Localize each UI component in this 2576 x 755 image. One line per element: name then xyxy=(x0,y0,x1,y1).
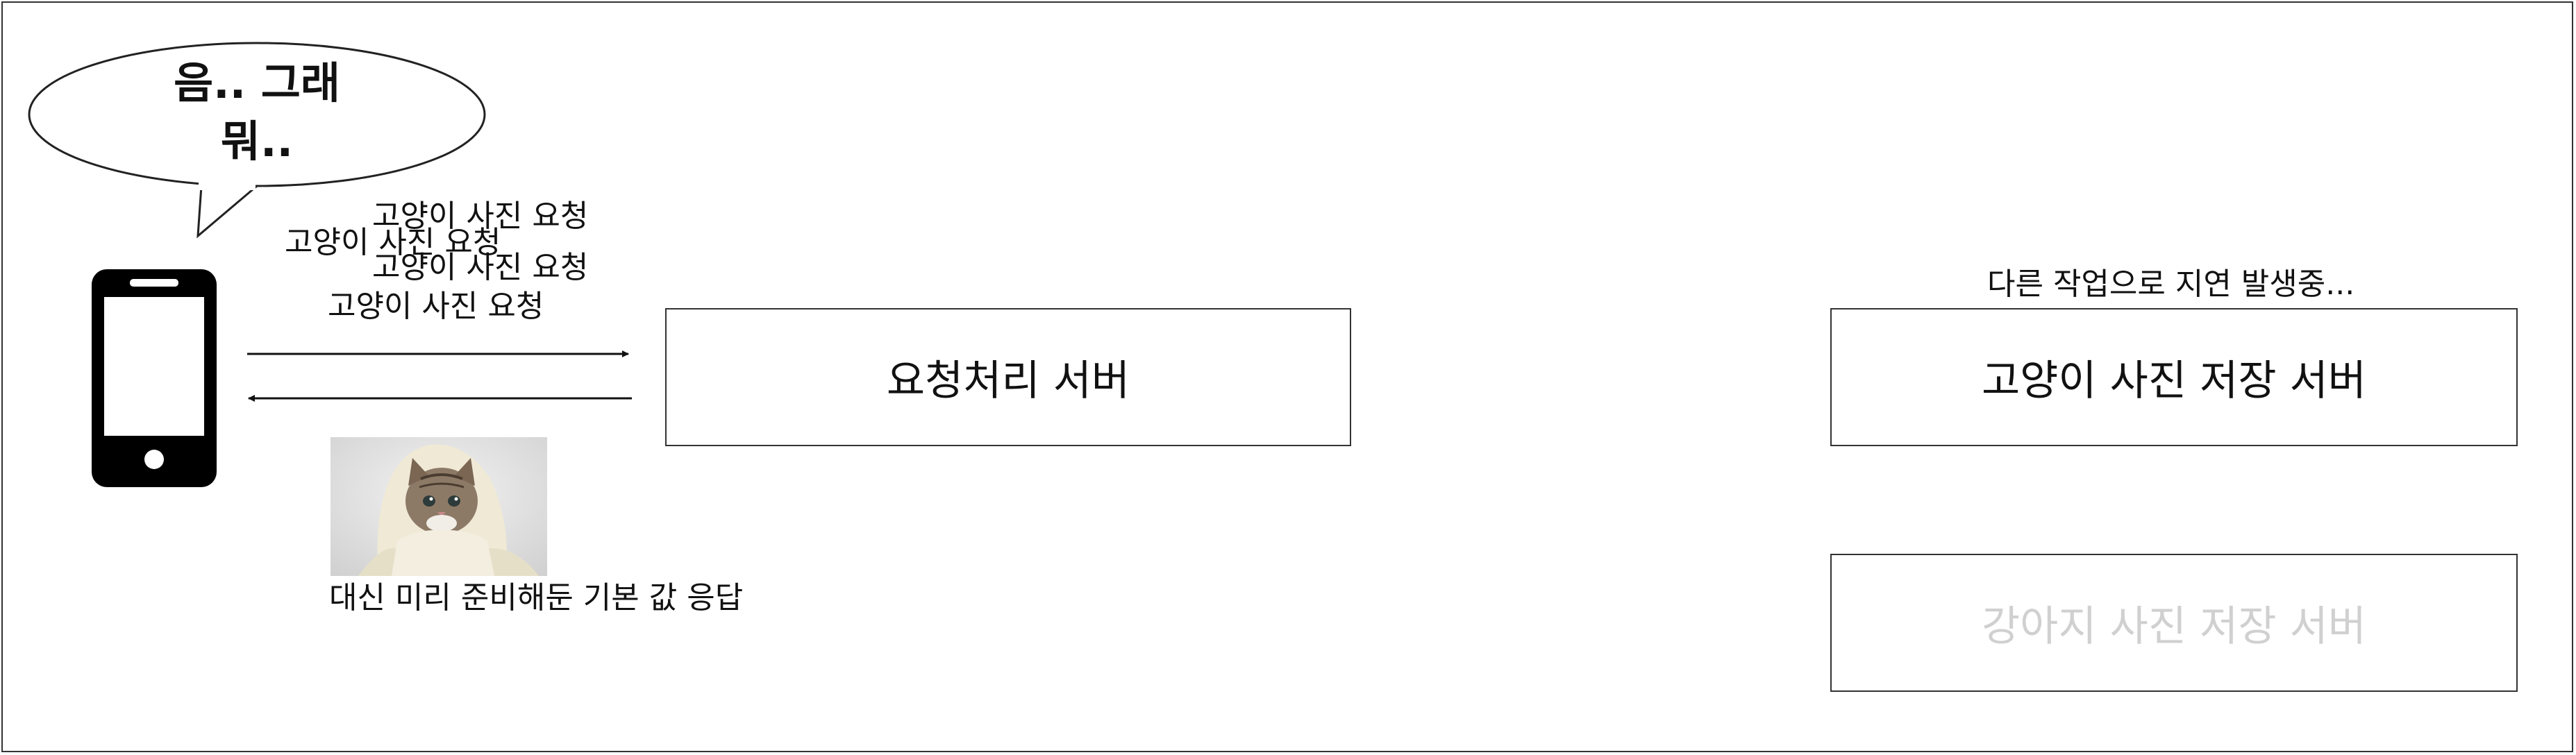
cat-server-label: 고양이 사진 저장 서버 xyxy=(1981,357,2367,405)
speech-bubble-text: 음.. 그래 뭐.. xyxy=(125,54,389,170)
dog-server-label: 강아지 사진 저장 서버 xyxy=(1981,602,2367,651)
speech-bubble-line1: 음.. 그래 xyxy=(174,58,340,108)
kitten-image xyxy=(331,437,547,576)
request-server-label: 요청처리 서버 xyxy=(886,357,1130,405)
request-server-box: 요청처리 서버 xyxy=(665,308,1351,446)
speech-bubble-line2: 뭐.. xyxy=(220,115,294,167)
cat-server-box: 고양이 사진 저장 서버 xyxy=(1830,308,2518,446)
arrows xyxy=(247,350,632,402)
cat-server-status: 다른 작업으로 지연 발생중... xyxy=(1987,266,2355,302)
dog-server-box: 강아지 사진 저장 서버 xyxy=(1830,554,2518,692)
fallback-response-label: 대신 미리 준비해둔 기본 값 응답 xyxy=(329,580,744,616)
request-label-c: 고양이 사진 요청 xyxy=(372,250,589,285)
smartphone-icon xyxy=(92,269,217,487)
diagram-canvas: 음.. 그래 뭐.. 고양이 사진 요청 고양이 사진 요청 고양이 사진 요청… xyxy=(0,0,2576,755)
request-label-d: 고양이 사진 요청 xyxy=(328,289,544,324)
